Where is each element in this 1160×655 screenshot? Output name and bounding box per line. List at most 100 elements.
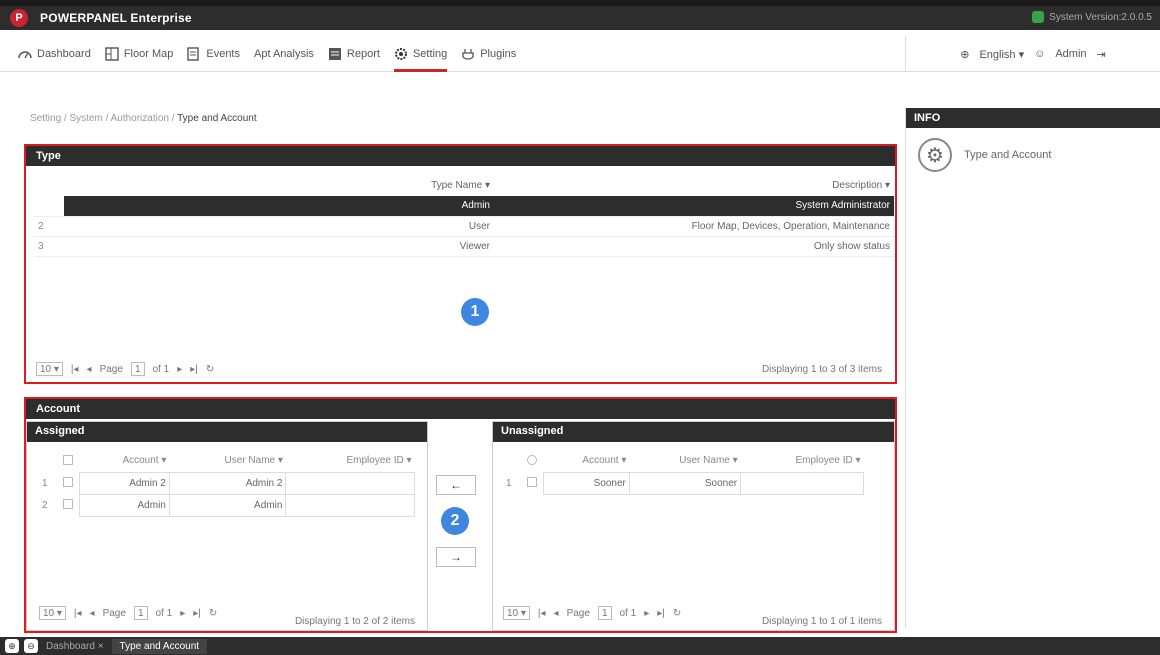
- taskbar: ⊕ ⊖ Dashboard × Type and Account: [0, 637, 1160, 655]
- assigned-num-header: [39, 450, 57, 472]
- refresh-icon[interactable]: ↻: [673, 608, 681, 619]
- page-input[interactable]: 1: [597, 606, 612, 620]
- unassigned-employee-header[interactable]: Employee ID ▾: [741, 450, 864, 472]
- unassigned-account-header[interactable]: Account ▾: [543, 450, 629, 472]
- refresh-icon[interactable]: ↻: [206, 364, 214, 375]
- nav-events[interactable]: Events: [187, 36, 240, 71]
- language-label: English: [979, 48, 1016, 61]
- page-of: of 1: [619, 607, 637, 619]
- type-section: Type Type Name ▾ Description ▾ 1 Admin S…: [24, 144, 897, 384]
- nav-plugins[interactable]: Plugins: [461, 36, 516, 71]
- nav-floor-map-label: Floor Map: [123, 47, 174, 60]
- type-desc-cell: Floor Map, Devices, Operation, Maintenan…: [494, 216, 894, 237]
- per-page-select[interactable]: 10 ▾: [39, 606, 66, 620]
- user-icon: ☺: [1034, 48, 1046, 60]
- prev-page-icon[interactable]: ◂: [87, 364, 92, 375]
- last-page-icon[interactable]: ▸|: [190, 364, 198, 375]
- tab-type-and-account[interactable]: Type and Account: [111, 638, 208, 654]
- type-desc-cell: System Administrator: [494, 196, 894, 217]
- app-title: POWERPANEL Enterprise: [40, 11, 192, 25]
- table-row[interactable]: 3 Viewer Only show status: [34, 236, 894, 257]
- first-page-icon[interactable]: |◂: [71, 364, 79, 375]
- globe-icon: ⊕: [960, 48, 970, 61]
- unassigned-grid-wrap: Account ▾ User Name ▾ Employee ID ▾ 1 So…: [493, 442, 894, 495]
- next-page-icon[interactable]: ▸: [177, 364, 182, 375]
- account-cell: Sooner: [542, 471, 630, 495]
- unassigned-pager-status: Displaying 1 to 1 of 1 items: [761, 616, 882, 627]
- type-desc-header[interactable]: Description ▾: [494, 174, 894, 196]
- employee-cell: [285, 493, 415, 517]
- table-row[interactable]: 2 Admin Admin: [39, 493, 415, 517]
- select-all-checkbox[interactable]: [63, 454, 73, 465]
- row-checkbox-cell[interactable]: [57, 472, 79, 494]
- table-row[interactable]: 1 Admin 2 Admin 2: [39, 471, 415, 495]
- logout-icon[interactable]: ⇥: [1097, 48, 1106, 61]
- language-select[interactable]: English ▾: [979, 48, 1024, 61]
- username-cell: Sooner: [628, 471, 742, 495]
- row-checkbox-cell[interactable]: [57, 494, 79, 516]
- prev-page-icon[interactable]: ◂: [90, 608, 95, 619]
- zoom-in-icon[interactable]: ⊕: [5, 639, 19, 653]
- unassigned-panel: Unassigned Account ▾ User Name ▾ Employe…: [492, 421, 895, 631]
- zoom-out-icon[interactable]: ⊖: [24, 639, 38, 653]
- breadcrumb-path[interactable]: Setting / System / Authorization /: [30, 113, 177, 124]
- username-cell: Admin: [168, 493, 287, 517]
- system-version: System Version:2.0.0.5: [1032, 11, 1152, 23]
- system-version-text: System Version:2.0.0.5: [1049, 11, 1152, 23]
- nav-report[interactable]: Report: [328, 36, 380, 71]
- assigned-employee-header[interactable]: Employee ID ▾: [286, 450, 415, 472]
- last-page-icon[interactable]: ▸|: [657, 608, 665, 619]
- row-checkbox-cell[interactable]: [521, 472, 543, 494]
- next-page-icon[interactable]: ▸: [180, 608, 185, 619]
- page-input[interactable]: 1: [133, 606, 148, 620]
- type-desc-cell: Only show status: [494, 236, 894, 257]
- last-page-icon[interactable]: ▸|: [193, 608, 201, 619]
- gear-icon: ⚙: [918, 138, 952, 172]
- breadcrumb: Setting / System / Authorization / Type …: [30, 113, 257, 124]
- account-section: Account Assigned Account ▾ User Name ▾ E…: [24, 397, 897, 633]
- brand-logo: P: [10, 9, 28, 27]
- nav-setting-label: Setting: [412, 47, 448, 60]
- refresh-icon[interactable]: ↻: [209, 608, 217, 619]
- page-input[interactable]: 1: [130, 362, 145, 376]
- table-row[interactable]: 1 Admin System Administrator: [34, 196, 894, 217]
- first-page-icon[interactable]: |◂: [538, 608, 546, 619]
- prev-page-icon[interactable]: ◂: [554, 608, 559, 619]
- table-row[interactable]: 1 Sooner Sooner: [503, 471, 864, 495]
- top-bar: P POWERPANEL Enterprise System Version:2…: [0, 0, 1160, 30]
- nav-floor-map[interactable]: Floor Map: [105, 36, 174, 71]
- employee-cell: [285, 471, 415, 495]
- first-page-icon[interactable]: |◂: [74, 608, 82, 619]
- assigned-username-header[interactable]: User Name ▾: [169, 450, 286, 472]
- type-name-header[interactable]: Type Name ▾: [64, 174, 494, 196]
- dashboard-icon: [18, 50, 32, 58]
- row-checkbox[interactable]: [526, 476, 537, 487]
- row-checkbox[interactable]: [62, 498, 73, 509]
- tab-dashboard[interactable]: Dashboard ×: [46, 641, 104, 652]
- move-left-button[interactable]: ←: [436, 475, 476, 495]
- assigned-account-header[interactable]: Account ▾: [79, 450, 169, 472]
- nav-setting[interactable]: Setting: [393, 36, 448, 72]
- nav-dashboard[interactable]: Dashboard: [18, 36, 91, 71]
- unassigned-check-header[interactable]: [521, 450, 543, 472]
- per-page-select[interactable]: 10 ▾: [36, 362, 63, 376]
- select-all-checkbox[interactable]: [527, 454, 537, 465]
- type-name-cell: Viewer: [64, 236, 494, 257]
- assigned-check-header[interactable]: [57, 450, 79, 472]
- user-name[interactable]: Admin: [1055, 48, 1086, 60]
- nav-analysis-label: Apt Analysis: [254, 47, 314, 60]
- unassigned-username-header[interactable]: User Name ▾: [629, 450, 740, 472]
- next-page-icon[interactable]: ▸: [644, 608, 649, 619]
- table-row[interactable]: 2 User Floor Map, Devices, Operation, Ma…: [34, 216, 894, 237]
- per-page-select[interactable]: 10 ▾: [503, 606, 530, 620]
- move-right-button[interactable]: →: [436, 547, 476, 567]
- breadcrumb-current: Type and Account: [177, 113, 257, 124]
- type-table: Type Name ▾ Description ▾ 1 Admin System…: [34, 174, 894, 257]
- type-pager: 10 ▾ |◂ ◂ Page 1 of 1 ▸ ▸| ↻ Displaying …: [36, 358, 886, 380]
- row-checkbox[interactable]: [62, 476, 73, 487]
- type-num-header: [34, 174, 64, 196]
- info-text: Type and Account: [964, 149, 1052, 161]
- type-header: Type: [26, 146, 895, 166]
- floor-map-icon: [105, 46, 119, 61]
- nav-analysis[interactable]: Apt Analysis: [254, 36, 314, 71]
